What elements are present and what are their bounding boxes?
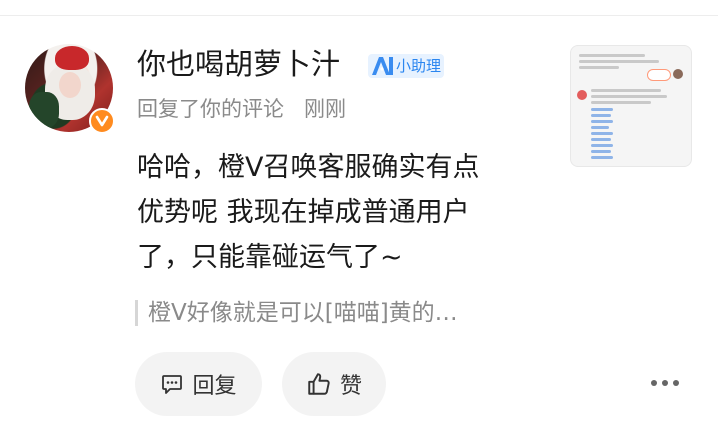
comment-line: 哈哈，橙V召唤客服确实有点 bbox=[137, 152, 480, 183]
quote-bar bbox=[135, 300, 138, 326]
reply-label: 回复 bbox=[192, 374, 237, 399]
original-post-thumbnail[interactable] bbox=[570, 45, 692, 167]
like-label: 赞 bbox=[339, 374, 362, 399]
username[interactable]: 你也喝胡萝卜汁 bbox=[137, 44, 340, 84]
user-avatar[interactable] bbox=[25, 44, 115, 134]
timestamp: 刚刚 bbox=[304, 97, 346, 121]
comment-line: 优势呢 我现在掉成普通用户 bbox=[137, 197, 470, 228]
v-badge-icon bbox=[89, 108, 115, 134]
comment-meta: 回复了你的评论 刚刚 bbox=[137, 95, 346, 123]
ai-logo-icon bbox=[372, 57, 393, 75]
more-dots-icon[interactable] bbox=[651, 377, 681, 389]
comment-icon bbox=[162, 375, 183, 394]
like-button[interactable]: 赞 bbox=[282, 352, 386, 416]
reply-button[interactable]: 回复 bbox=[135, 352, 262, 416]
thumbs-up-icon bbox=[308, 373, 330, 395]
action-text: 回复了你的评论 bbox=[137, 97, 284, 121]
ai-assistant-badge[interactable]: 小助理 bbox=[368, 54, 444, 78]
ai-badge-label: 小助理 bbox=[396, 57, 442, 75]
quoted-comment[interactable]: 橙V好像就是可以[喵喵]黄的… bbox=[148, 297, 458, 329]
top-divider bbox=[0, 15, 718, 16]
comment-body[interactable]: 哈哈，橙V召唤客服确实有点 优势呢 我现在掉成普通用户 了，只能靠碰运气了~ bbox=[137, 145, 537, 280]
comment-line: 了，只能靠碰运气了~ bbox=[137, 242, 403, 273]
